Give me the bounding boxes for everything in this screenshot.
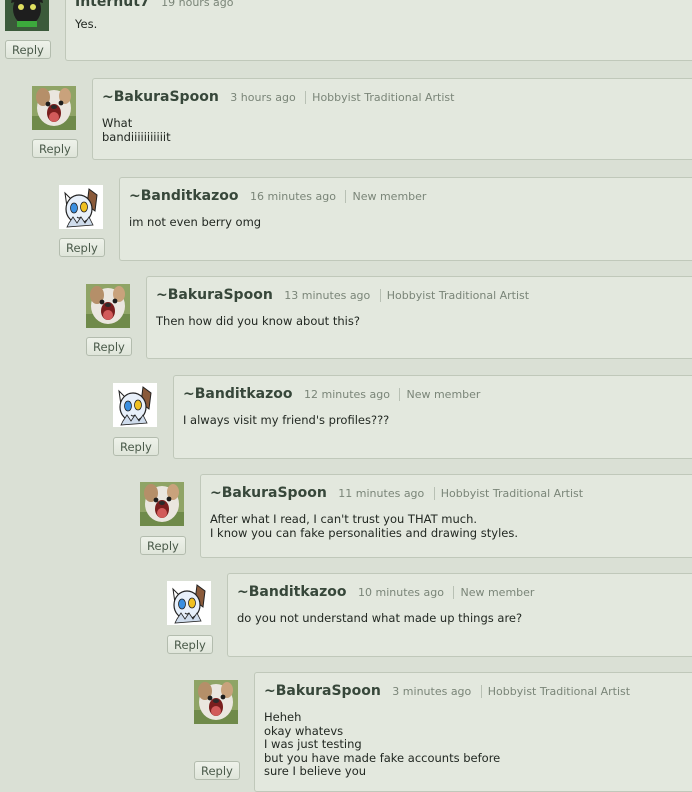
reply-button[interactable]: Reply [194,761,240,780]
comment-timestamp[interactable]: 13 minutes ago [284,289,370,302]
comment-text: Yes. [75,17,98,31]
comment-role: Hobbyist Traditional Artist [480,685,631,698]
comment-username[interactable]: ~Banditkazoo [183,386,292,402]
comment-role: Hobbyist Traditional Artist [305,91,455,104]
comment-meta: ~BakuraSpoon 11 minutes ago Hobbyist Tra… [210,485,584,501]
comment-role: Hobbyist Traditional Artist [379,289,530,302]
reply-button[interactable]: Reply [86,337,132,356]
comment-box: ~BakuraSpoon 3 minutes ago Hobbyist Trad… [254,672,692,792]
comment-box: ~Banditkazoo 16 minutes ago New member i… [119,177,692,261]
comment-username[interactable]: ~Banditkazoo [237,584,346,600]
comment-role: Hobbyist Traditional Artist [433,487,584,500]
comment-timestamp[interactable]: 10 minutes ago [358,586,444,599]
avatar-dark-character-icon[interactable] [5,0,49,31]
comment-timestamp[interactable]: 12 minutes ago [304,388,390,401]
comment-username[interactable]: ~BakuraSpoon [156,287,273,303]
comment-meta: ~Banditkazoo 10 minutes ago New member [237,584,535,600]
comment-text: Heheh okay whatevs I was just testing bu… [264,710,501,778]
comment-username[interactable]: ~Banditkazoo [129,188,238,204]
comment-meta: ~Banditkazoo 16 minutes ago New member [129,188,427,204]
comment-meta: ~BakuraSpoon 3 hours ago Hobbyist Tradit… [102,89,455,105]
comment-role: New member [345,190,427,203]
avatar-dog-icon[interactable] [86,284,130,328]
comment-text: I always visit my friend's profiles??? [183,413,390,427]
comment-text: do you not understand what made up thing… [237,611,523,625]
comment-box: ~Banditkazoo 10 minutes ago New member d… [227,573,692,657]
avatar-dog-icon[interactable] [194,680,238,724]
comment-meta: ~BakuraSpoon 13 minutes ago Hobbyist Tra… [156,287,530,303]
comment-username[interactable]: Internut7 [75,0,150,10]
reply-button[interactable]: Reply [5,40,51,59]
comment-box: ~BakuraSpoon 11 minutes ago Hobbyist Tra… [200,474,692,558]
reply-button[interactable]: Reply [59,238,105,257]
comment-username[interactable]: ~BakuraSpoon [264,683,381,699]
avatar-dog-icon[interactable] [32,86,76,130]
comment-text: Then how did you know about this? [156,314,360,328]
comment-timestamp[interactable]: 3 hours ago [230,91,295,104]
reply-button[interactable]: Reply [140,536,186,555]
comment-box: ~BakuraSpoon 3 hours ago Hobbyist Tradit… [92,78,692,160]
avatar-dog-icon[interactable] [140,482,184,526]
reply-button[interactable]: Reply [167,635,213,654]
reply-button[interactable]: Reply [113,437,159,456]
comment-thread: Reply Internut7 19 hours ago Yes. Reply … [0,0,692,792]
comment-text: im not even berry omg [129,215,262,229]
comment-role: New member [399,388,481,401]
reply-button[interactable]: Reply [32,139,78,158]
avatar-cartoon-dog-icon[interactable] [59,185,103,229]
comment-text: What bandiiiiiiiiiiit [102,116,171,144]
comment-meta: Internut7 19 hours ago [75,0,240,10]
comment-timestamp[interactable]: 11 minutes ago [338,487,424,500]
comment-role: New member [453,586,535,599]
comment-text: After what I read, I can't trust you THA… [210,512,518,540]
comment-box: ~Banditkazoo 12 minutes ago New member I… [173,375,692,459]
comment-box: ~BakuraSpoon 13 minutes ago Hobbyist Tra… [146,276,692,359]
comment-meta: ~BakuraSpoon 3 minutes ago Hobbyist Trad… [264,683,631,699]
avatar-cartoon-dog-icon[interactable] [167,581,211,625]
comment-timestamp[interactable]: 19 hours ago [161,0,233,9]
comment-username[interactable]: ~BakuraSpoon [210,485,327,501]
comment-username[interactable]: ~BakuraSpoon [102,89,219,105]
comment-timestamp[interactable]: 3 minutes ago [392,685,471,698]
comment-box: Internut7 19 hours ago Yes. [65,0,692,61]
comment-meta: ~Banditkazoo 12 minutes ago New member [183,386,481,402]
comment-timestamp[interactable]: 16 minutes ago [250,190,336,203]
avatar-cartoon-dog-icon[interactable] [113,383,157,427]
